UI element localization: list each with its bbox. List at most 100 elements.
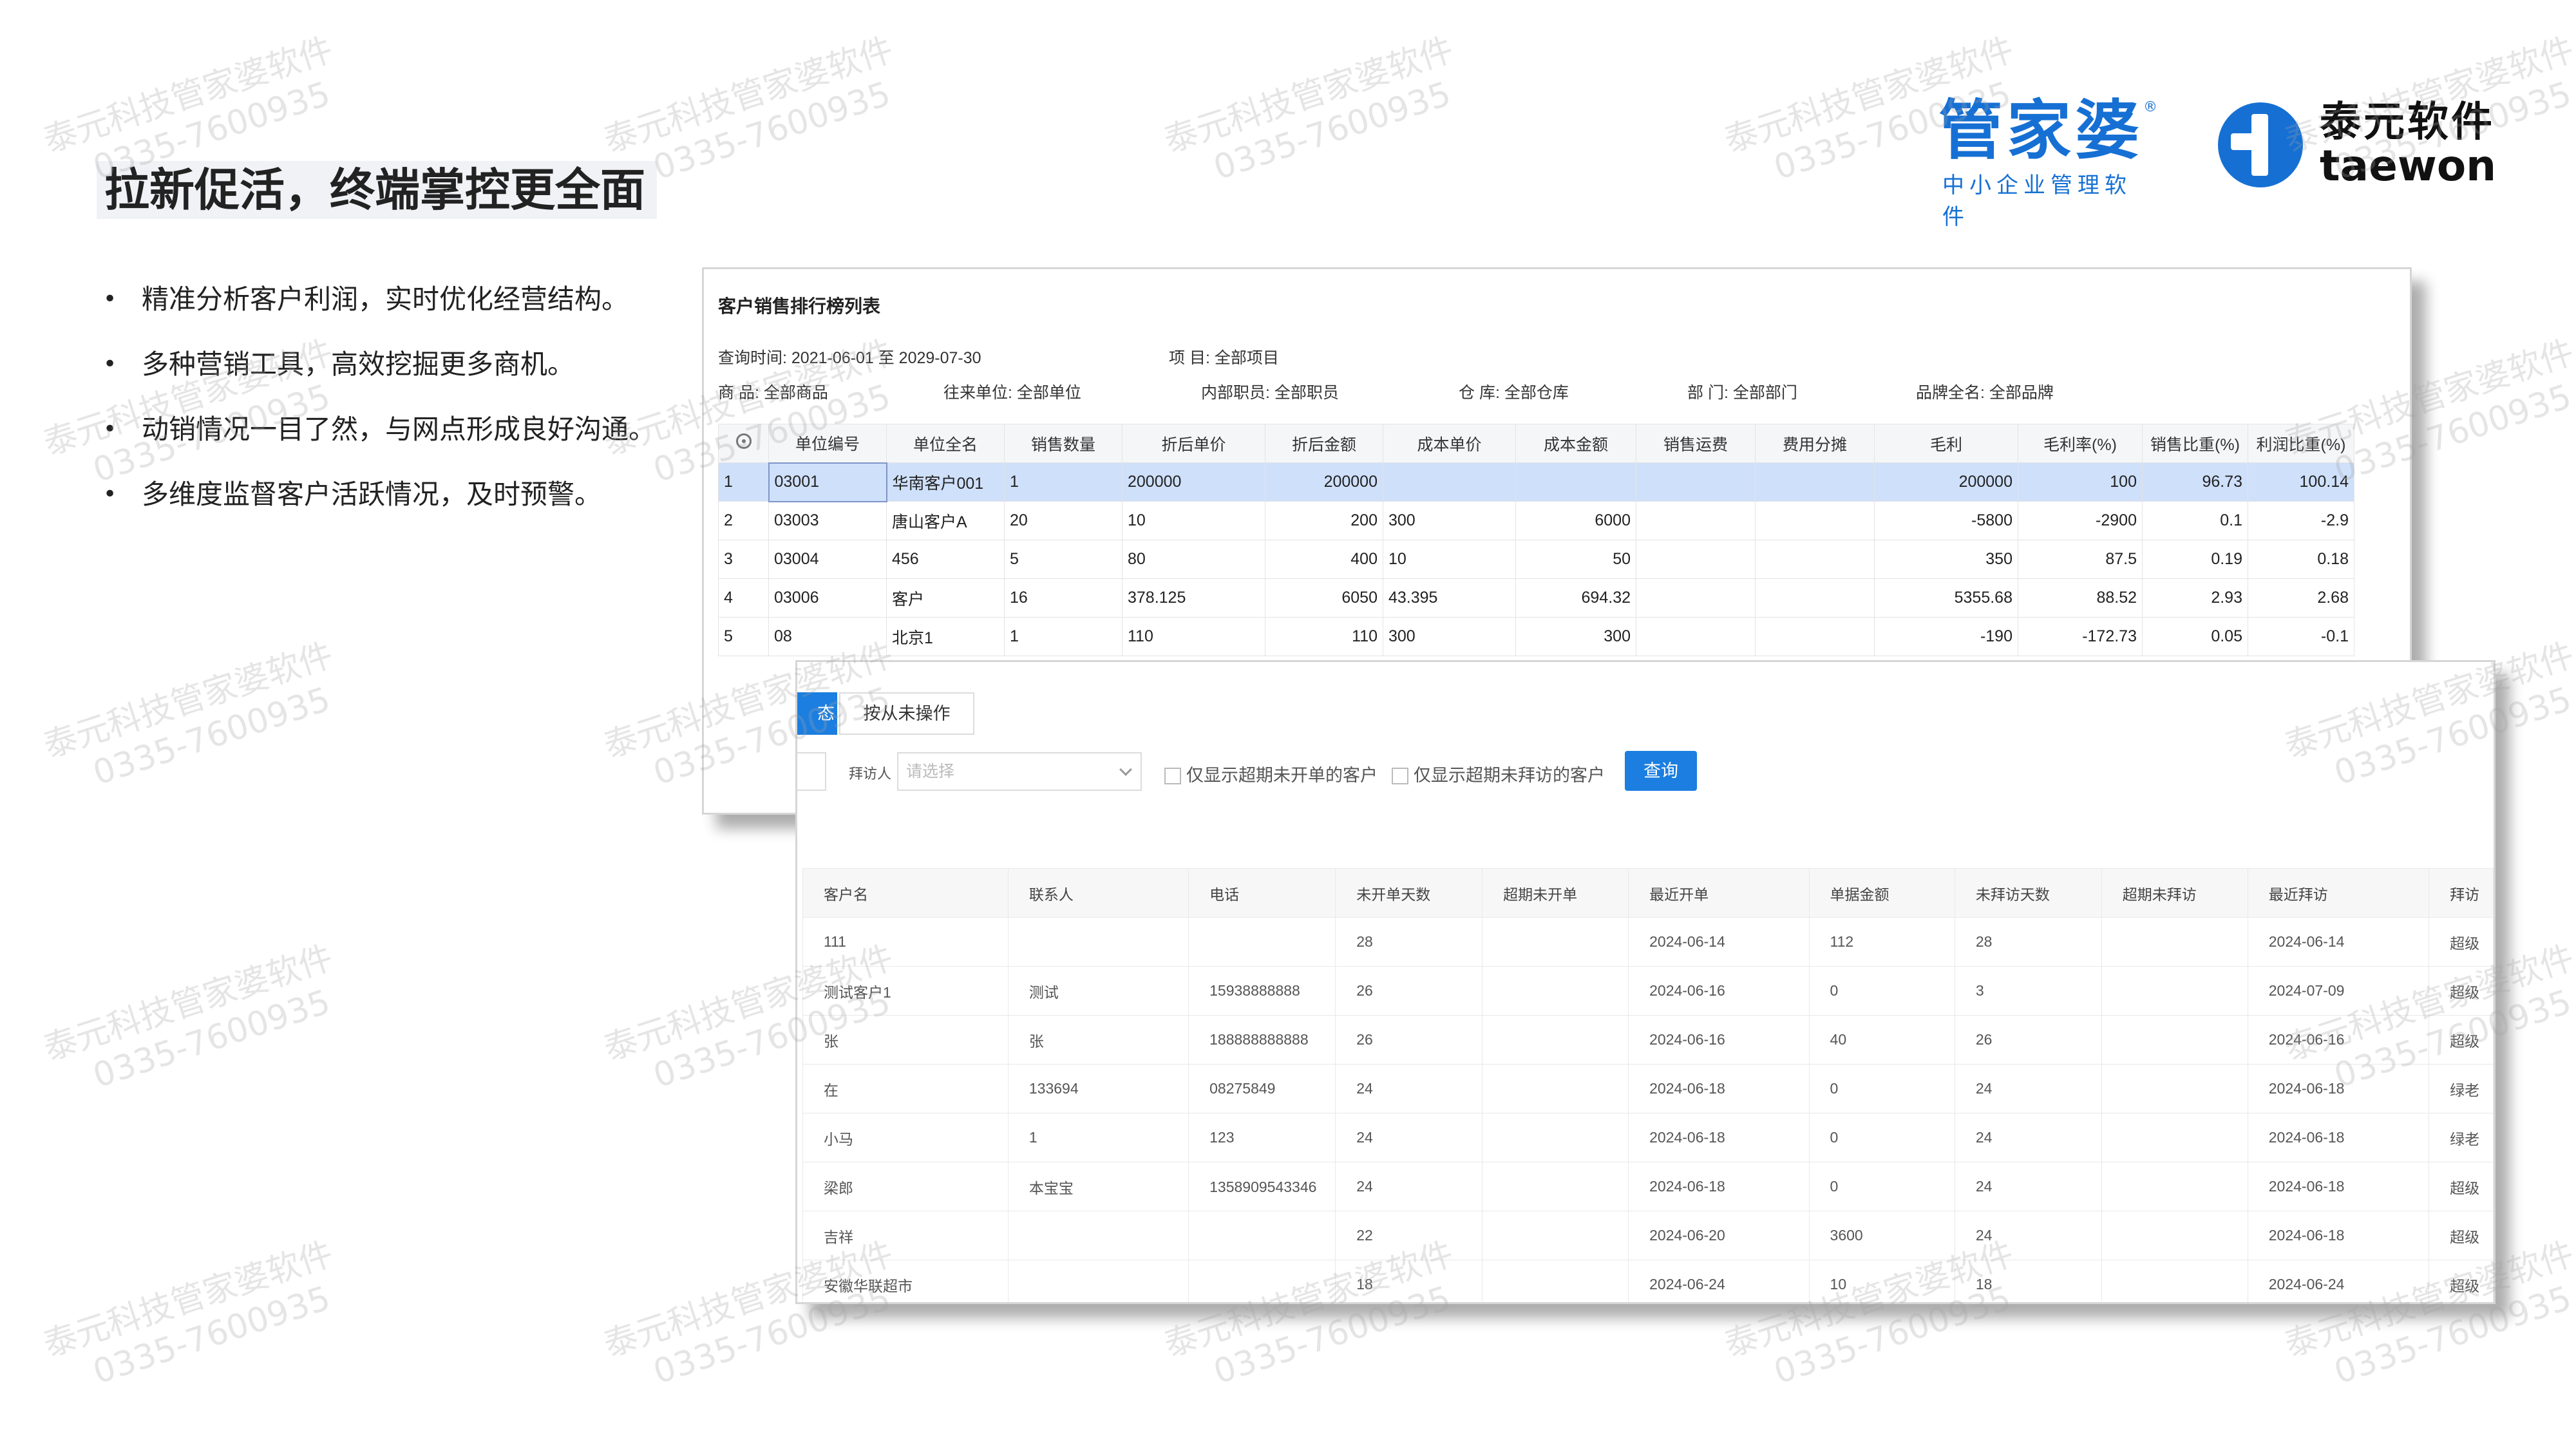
column-header[interactable]: 未开单天数 bbox=[1335, 868, 1483, 918]
column-header[interactable]: 销售数量 bbox=[1004, 424, 1122, 463]
watermark-line2: 0335-7600935 bbox=[88, 1278, 335, 1392]
overdue-order-cell bbox=[1482, 1211, 1629, 1260]
bullet-item: 精准分析客户利润，实时优化经营结构。 bbox=[103, 283, 683, 348]
table-row[interactable]: 梁郎 本宝宝 1358909543346 24 2024-06-18 0 24 … bbox=[802, 1162, 2494, 1211]
column-header[interactable]: 折后金额 bbox=[1265, 424, 1383, 463]
expense-cell bbox=[1755, 540, 1875, 579]
sales-share-cell: 0.19 bbox=[2142, 540, 2248, 579]
column-header[interactable]: 最近开单 bbox=[1628, 868, 1810, 918]
unit-price-cell: 110 bbox=[1122, 617, 1265, 656]
column-header[interactable]: 费用分摊 bbox=[1755, 424, 1875, 463]
tab-status[interactable]: 态 bbox=[797, 692, 837, 735]
freight-cell bbox=[1636, 501, 1756, 540]
column-header[interactable]: 利润比重(%) bbox=[2248, 424, 2354, 463]
expense-cell bbox=[1755, 617, 1875, 656]
column-header[interactable]: 单据金额 bbox=[1808, 868, 1955, 918]
bullet-item: 动销情况一目了然，与网点形成良好沟通。 bbox=[103, 413, 683, 478]
amount-cell: 6050 bbox=[1265, 578, 1383, 618]
phone-cell: 123 bbox=[1188, 1113, 1336, 1162]
tab-never-operated[interactable]: 按从未操作 bbox=[839, 692, 974, 735]
overdue-visit-checkbox[interactable]: 仅显示超期未拜访的客户 bbox=[1392, 761, 1605, 786]
checkbox-box[interactable] bbox=[1392, 768, 1408, 784]
unit-price-cell: 10 bbox=[1122, 501, 1265, 540]
contact-cell: 本宝宝 bbox=[1007, 1162, 1189, 1211]
column-header[interactable]: 销售运费 bbox=[1636, 424, 1756, 463]
table-row[interactable]: 吉祥 22 2024-06-20 3600 24 2024-06-18 超级 bbox=[802, 1211, 2494, 1260]
table-row[interactable]: 5 08 北京1 1 110 110 300 300 -190 -172.73 … bbox=[718, 617, 2354, 656]
column-header[interactable]: 拜访 bbox=[2429, 868, 2494, 918]
checkbox-label: 仅显示超期未拜访的客户 bbox=[1414, 766, 1605, 785]
keyword-input[interactable] bbox=[797, 752, 826, 791]
table-row[interactable]: 张 张 188888888888 26 2024-06-16 40 26 202… bbox=[802, 1015, 2494, 1065]
overdue-order-checkbox[interactable]: 仅显示超期未开单的客户 bbox=[1164, 761, 1378, 786]
amount-cell: 110 bbox=[1265, 617, 1383, 656]
overdue-order-cell bbox=[1482, 966, 1629, 1016]
visit-cell: 绿老 bbox=[2429, 1113, 2494, 1162]
cost-amount-cell: 300 bbox=[1515, 617, 1636, 656]
visit-cell: 超级 bbox=[2429, 917, 2494, 967]
sales-share-cell: 0.1 bbox=[2142, 501, 2248, 540]
column-header[interactable]: 成本单价 bbox=[1383, 424, 1516, 463]
watermark-line1: 泰元科技管家婆软件 bbox=[39, 636, 338, 766]
column-header[interactable]: 毛利率(%) bbox=[2018, 424, 2143, 463]
table-row[interactable]: 安徽华联超市 18 2024-06-24 10 18 2024-06-24 超级 bbox=[802, 1260, 2494, 1302]
unit-price-cell: 200000 bbox=[1122, 462, 1265, 502]
table-row[interactable]: 4 03006 客户 16 378.125 6050 43.395 694.32… bbox=[718, 578, 2354, 618]
unit-code-cell: 03004 bbox=[768, 540, 887, 579]
last-order-cell: 2024-06-24 bbox=[1628, 1260, 1810, 1302]
column-header[interactable]: 销售比重(%) bbox=[2142, 424, 2248, 463]
column-header[interactable]: 单位全名 bbox=[886, 424, 1005, 463]
table-row[interactable]: 小马 1 123 24 2024-06-18 0 24 2024-06-18 绿… bbox=[802, 1113, 2494, 1162]
registered-mark: ® bbox=[2143, 99, 2157, 115]
cost-amount-cell: 6000 bbox=[1515, 501, 1636, 540]
column-header[interactable]: 成本金额 bbox=[1515, 424, 1636, 463]
table-row[interactable]: 测试客户1 测试 15938888888 26 2024-06-16 0 3 2… bbox=[802, 966, 2494, 1016]
visitor-select-placeholder: 请选择 bbox=[906, 762, 955, 781]
table-row-selected[interactable]: 1 03001 华南客户001 1 200000 200000 200000 1… bbox=[718, 462, 2354, 502]
column-header[interactable]: 最近拜访 bbox=[2247, 868, 2430, 918]
expense-cell bbox=[1755, 501, 1875, 540]
visitor-select[interactable]: 请选择 bbox=[897, 752, 1142, 791]
last-visit-cell: 2024-06-16 bbox=[2247, 1015, 2430, 1065]
unit-name-cell: 唐山客户A bbox=[886, 501, 1005, 540]
margin-rate-cell: 100 bbox=[2018, 462, 2143, 502]
unit-name-cell: 客户 bbox=[886, 578, 1005, 618]
overdue-order-cell bbox=[1482, 1064, 1629, 1113]
days-no-visit-cell: 26 bbox=[1954, 1015, 2102, 1065]
days-no-visit-cell: 24 bbox=[1954, 1211, 2102, 1260]
table-row[interactable]: 111 28 2024-06-14 112 28 2024-06-14 超级 bbox=[802, 917, 2494, 967]
table-row[interactable]: 3 03004 456 5 80 400 10 50 350 87.5 0.19… bbox=[718, 540, 2354, 579]
overdue-visit-cell bbox=[2101, 966, 2248, 1016]
table-row[interactable]: 2 03003 唐山客户A 20 10 200 300 6000 -5800 -… bbox=[718, 501, 2354, 540]
watermark: 泰元科技管家婆软件 0335-7600935 bbox=[39, 1233, 351, 1405]
customer-name-cell: 安徽华联超市 bbox=[802, 1260, 1009, 1302]
table-row[interactable]: 在 133694 08275849 24 2024-06-18 0 24 202… bbox=[802, 1064, 2494, 1113]
days-no-order-cell: 18 bbox=[1335, 1260, 1483, 1302]
column-header[interactable]: 客户名 bbox=[802, 868, 1009, 918]
amount-cell: 400 bbox=[1265, 540, 1383, 579]
checkbox-box[interactable] bbox=[1164, 768, 1181, 784]
visitor-label: 拜访人 bbox=[849, 766, 892, 782]
column-header[interactable]: 毛利 bbox=[1874, 424, 2018, 463]
column-header[interactable]: 单位编号 bbox=[768, 424, 887, 463]
column-header[interactable]: 联系人 bbox=[1007, 868, 1189, 918]
visit-cell: 超级 bbox=[2429, 1260, 2494, 1302]
watermark: 泰元科技管家婆软件 0335-7600935 bbox=[1159, 29, 1472, 200]
column-header[interactable]: 电话 bbox=[1188, 868, 1336, 918]
unit-code-cell[interactable]: 03001 bbox=[768, 462, 887, 502]
overdue-visit-cell bbox=[2101, 1162, 2248, 1211]
column-header[interactable]: 未拜访天数 bbox=[1954, 868, 2102, 918]
column-header[interactable]: 超期未开单 bbox=[1482, 868, 1629, 918]
contact-cell: 1 bbox=[1007, 1113, 1189, 1162]
overdue-order-cell bbox=[1482, 1015, 1629, 1065]
guanjiapo-logo-subtitle: 中小企业管理软件 bbox=[1942, 173, 2132, 230]
column-header[interactable]: 超期未拜访 bbox=[2101, 868, 2248, 918]
bill-amount-cell: 10 bbox=[1808, 1260, 1955, 1302]
column-settings[interactable] bbox=[718, 424, 769, 463]
query-button[interactable]: 查询 bbox=[1625, 751, 1697, 791]
column-header[interactable]: 折后单价 bbox=[1122, 424, 1265, 463]
overdue-order-cell bbox=[1482, 1260, 1629, 1302]
last-order-cell: 2024-06-14 bbox=[1628, 917, 1810, 967]
overdue-order-cell bbox=[1482, 1113, 1629, 1162]
unit-name-cell: 华南客户001 bbox=[886, 462, 1005, 502]
